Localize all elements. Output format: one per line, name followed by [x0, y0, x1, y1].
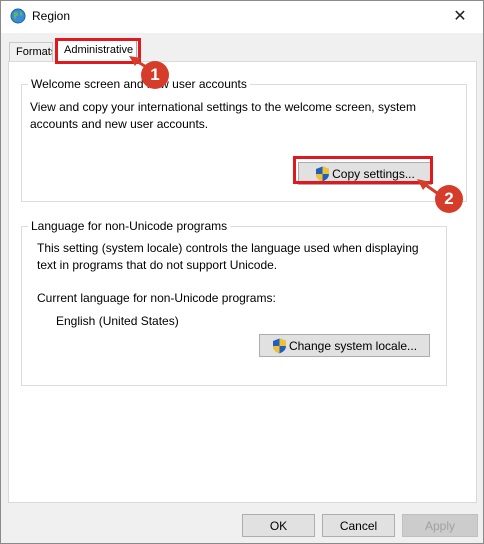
uac-shield-icon: [272, 338, 286, 353]
non-unicode-group-title: Language for non-Unicode programs: [28, 219, 231, 233]
current-language-value: English (United States): [56, 314, 179, 328]
close-icon: ✕: [453, 8, 467, 25]
welcome-group-title: Welcome screen and new user accounts: [28, 77, 250, 91]
tab-administrative[interactable]: Administrative: [57, 39, 137, 62]
callout-2: 2: [435, 185, 463, 213]
change-system-locale-button[interactable]: Change system locale...: [259, 334, 430, 357]
ok-button[interactable]: OK: [242, 514, 315, 537]
apply-button[interactable]: Apply: [402, 514, 478, 537]
callout-1: 1: [141, 61, 169, 89]
change-system-locale-label: Change system locale...: [288, 338, 418, 353]
welcome-description: View and copy your international setting…: [30, 100, 416, 131]
non-unicode-group: Language for non-Unicode programs This s…: [21, 219, 447, 386]
cancel-button[interactable]: Cancel: [322, 514, 395, 537]
title-bar: Region ✕: [1, 1, 483, 33]
uac-shield-icon: [316, 166, 330, 181]
tab-formats[interactable]: Formats: [9, 42, 53, 62]
current-language-label: Current language for non-Unicode program…: [37, 291, 276, 305]
administrative-panel: Welcome screen and new user accounts Vie…: [8, 61, 477, 503]
copy-settings-label: Copy settings...: [332, 166, 415, 181]
region-dialog: Region ✕ Formats Administrative Welcome …: [0, 0, 484, 544]
close-button[interactable]: ✕: [437, 1, 483, 31]
non-unicode-description: This setting (system locale) controls th…: [37, 241, 419, 272]
globe-icon: [10, 8, 26, 24]
window-title: Region: [32, 9, 71, 23]
welcome-screen-group: Welcome screen and new user accounts Vie…: [21, 77, 467, 202]
copy-settings-button[interactable]: Copy settings...: [298, 162, 432, 185]
